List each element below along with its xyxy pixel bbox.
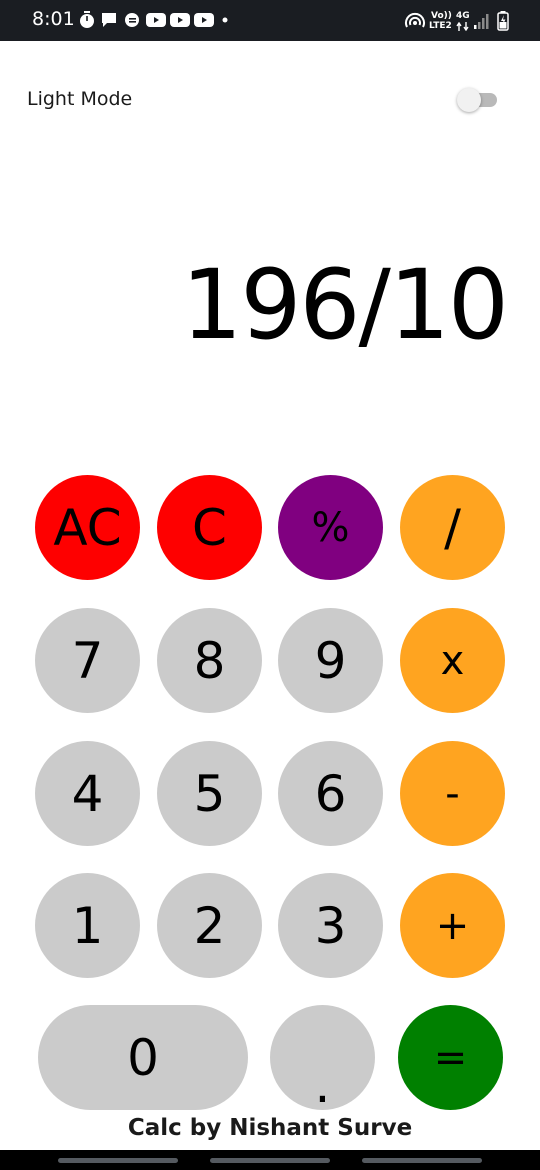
youtube-icon <box>170 13 190 27</box>
digit-5-button[interactable]: 5 <box>157 741 262 846</box>
multiply-button[interactable]: x <box>400 608 505 713</box>
divide-button[interactable]: / <box>400 475 505 580</box>
plus-button[interactable]: + <box>400 873 505 978</box>
volte-top-label: Vo)) <box>431 11 452 21</box>
app-icon <box>125 13 139 27</box>
digit-1-button[interactable]: 1 <box>35 873 140 978</box>
minus-button[interactable]: - <box>400 741 505 846</box>
all-clear-button[interactable]: AC <box>35 475 140 580</box>
decimal-point-button[interactable]: . <box>270 1005 375 1110</box>
digit-8-button[interactable]: 8 <box>157 608 262 713</box>
digit-0-button[interactable]: 0 <box>38 1005 248 1110</box>
hotspot-icon <box>405 12 425 28</box>
percent-button[interactable]: % <box>278 475 383 580</box>
navigation-bar <box>0 1150 540 1170</box>
youtube-icon <box>146 13 166 27</box>
nav-home-button[interactable] <box>210 1158 330 1163</box>
digit-6-button[interactable]: 6 <box>278 741 383 846</box>
status-bar: 8:01 Vo)) LTE2 4G <box>0 0 540 41</box>
youtube-icon <box>194 13 214 27</box>
volte-bottom-label: LTE2 <box>429 21 452 31</box>
toggle-thumb <box>457 88 481 112</box>
digit-4-button[interactable]: 4 <box>35 741 140 846</box>
digit-7-button[interactable]: 7 <box>35 608 140 713</box>
battery-icon <box>497 11 509 31</box>
message-icon <box>102 13 116 27</box>
calculator-display: 196/10 <box>181 249 509 361</box>
data-arrows-icon <box>456 22 469 31</box>
signal-icon <box>474 14 489 29</box>
nav-back-button[interactable] <box>362 1158 482 1163</box>
digit-9-button[interactable]: 9 <box>278 608 383 713</box>
digit-2-button[interactable]: 2 <box>157 873 262 978</box>
app-credit: Calc by Nishant Surve <box>127 1115 413 1141</box>
nav-recents-button[interactable] <box>58 1158 178 1163</box>
equals-button[interactable]: = <box>398 1005 503 1110</box>
clear-button[interactable]: C <box>157 475 262 580</box>
digit-3-button[interactable]: 3 <box>278 873 383 978</box>
mode-label: Light Mode <box>27 88 133 110</box>
timer-icon <box>80 11 94 28</box>
network-type-label: 4G <box>456 11 470 21</box>
status-time: 8:01 <box>32 8 75 30</box>
more-notifications-dot-icon <box>222 17 228 23</box>
theme-toggle-switch[interactable] <box>457 88 499 112</box>
